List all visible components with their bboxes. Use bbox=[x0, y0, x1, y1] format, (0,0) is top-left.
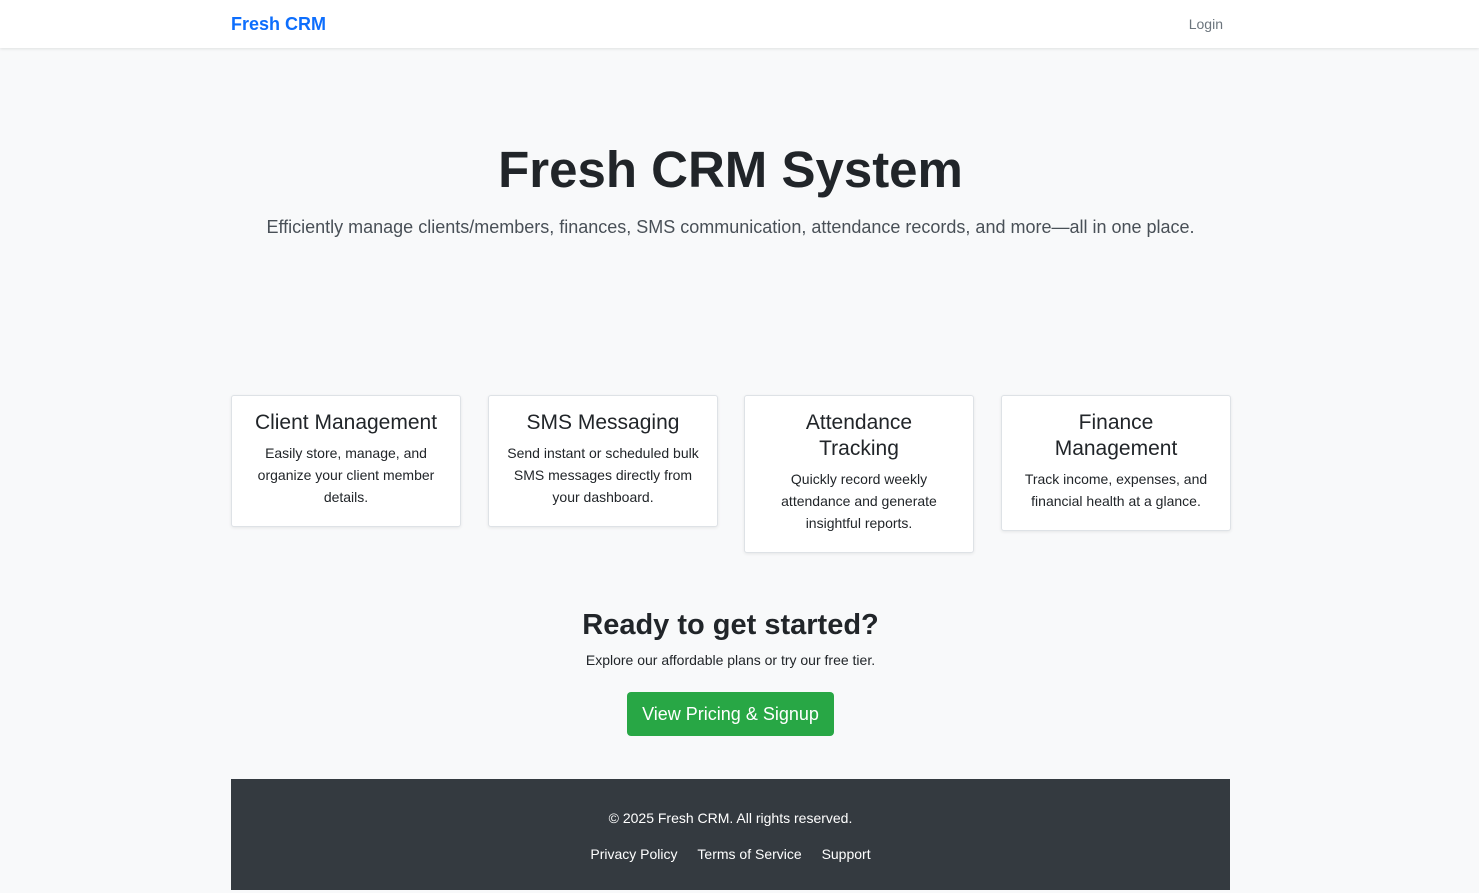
cta-title: Ready to get started? bbox=[582, 609, 879, 641]
feature-card-description: Track income, expenses, and financial he… bbox=[1024, 471, 1208, 509]
feature-card-attendance-tracking: Attendance Tracking Quickly record weekl… bbox=[744, 395, 974, 553]
cta-subtitle: Explore our affordable plans or try our … bbox=[585, 652, 876, 668]
feature-card-client-management: Client Management Easily store, manage, … bbox=[231, 395, 461, 527]
feature-card-title: Finance Management bbox=[1054, 411, 1178, 460]
feature-card-description: Send instant or scheduled bulk SMS messa… bbox=[507, 445, 699, 505]
footer: © 2025 Fresh CRM. All rights reserved. P… bbox=[231, 779, 1230, 890]
login-link[interactable]: Login bbox=[1189, 14, 1223, 34]
view-pricing-signup-button[interactable]: View Pricing & Signup bbox=[627, 692, 834, 736]
feature-card-title: Client Management bbox=[254, 411, 438, 434]
terms-of-service-link[interactable]: Terms of Service bbox=[697, 846, 801, 862]
footer-copyright: © 2025 Fresh CRM. All rights reserved. bbox=[608, 810, 853, 826]
feature-card-title: Attendance Tracking bbox=[805, 411, 913, 460]
footer-links: Privacy Policy Terms of Service Support bbox=[231, 844, 1230, 864]
feature-card-finance-management: Finance Management Track income, expense… bbox=[1001, 395, 1231, 531]
feature-card-description: Easily store, manage, and organize your … bbox=[257, 445, 435, 505]
feature-card-sms-messaging: SMS Messaging Send instant or scheduled … bbox=[488, 395, 718, 527]
brand-logo-link[interactable]: Fresh CRM bbox=[231, 12, 326, 36]
hero-title: Fresh CRM System bbox=[498, 141, 963, 198]
feature-card-description: Quickly record weekly attendance and gen… bbox=[781, 471, 937, 531]
privacy-policy-link[interactable]: Privacy Policy bbox=[590, 846, 677, 862]
feature-card-title: SMS Messaging bbox=[526, 411, 680, 434]
top-navbar: Fresh CRM Login bbox=[0, 0, 1479, 48]
support-link[interactable]: Support bbox=[822, 846, 871, 862]
hero-subtitle: Efficiently manage clients/members, fina… bbox=[266, 217, 1195, 237]
